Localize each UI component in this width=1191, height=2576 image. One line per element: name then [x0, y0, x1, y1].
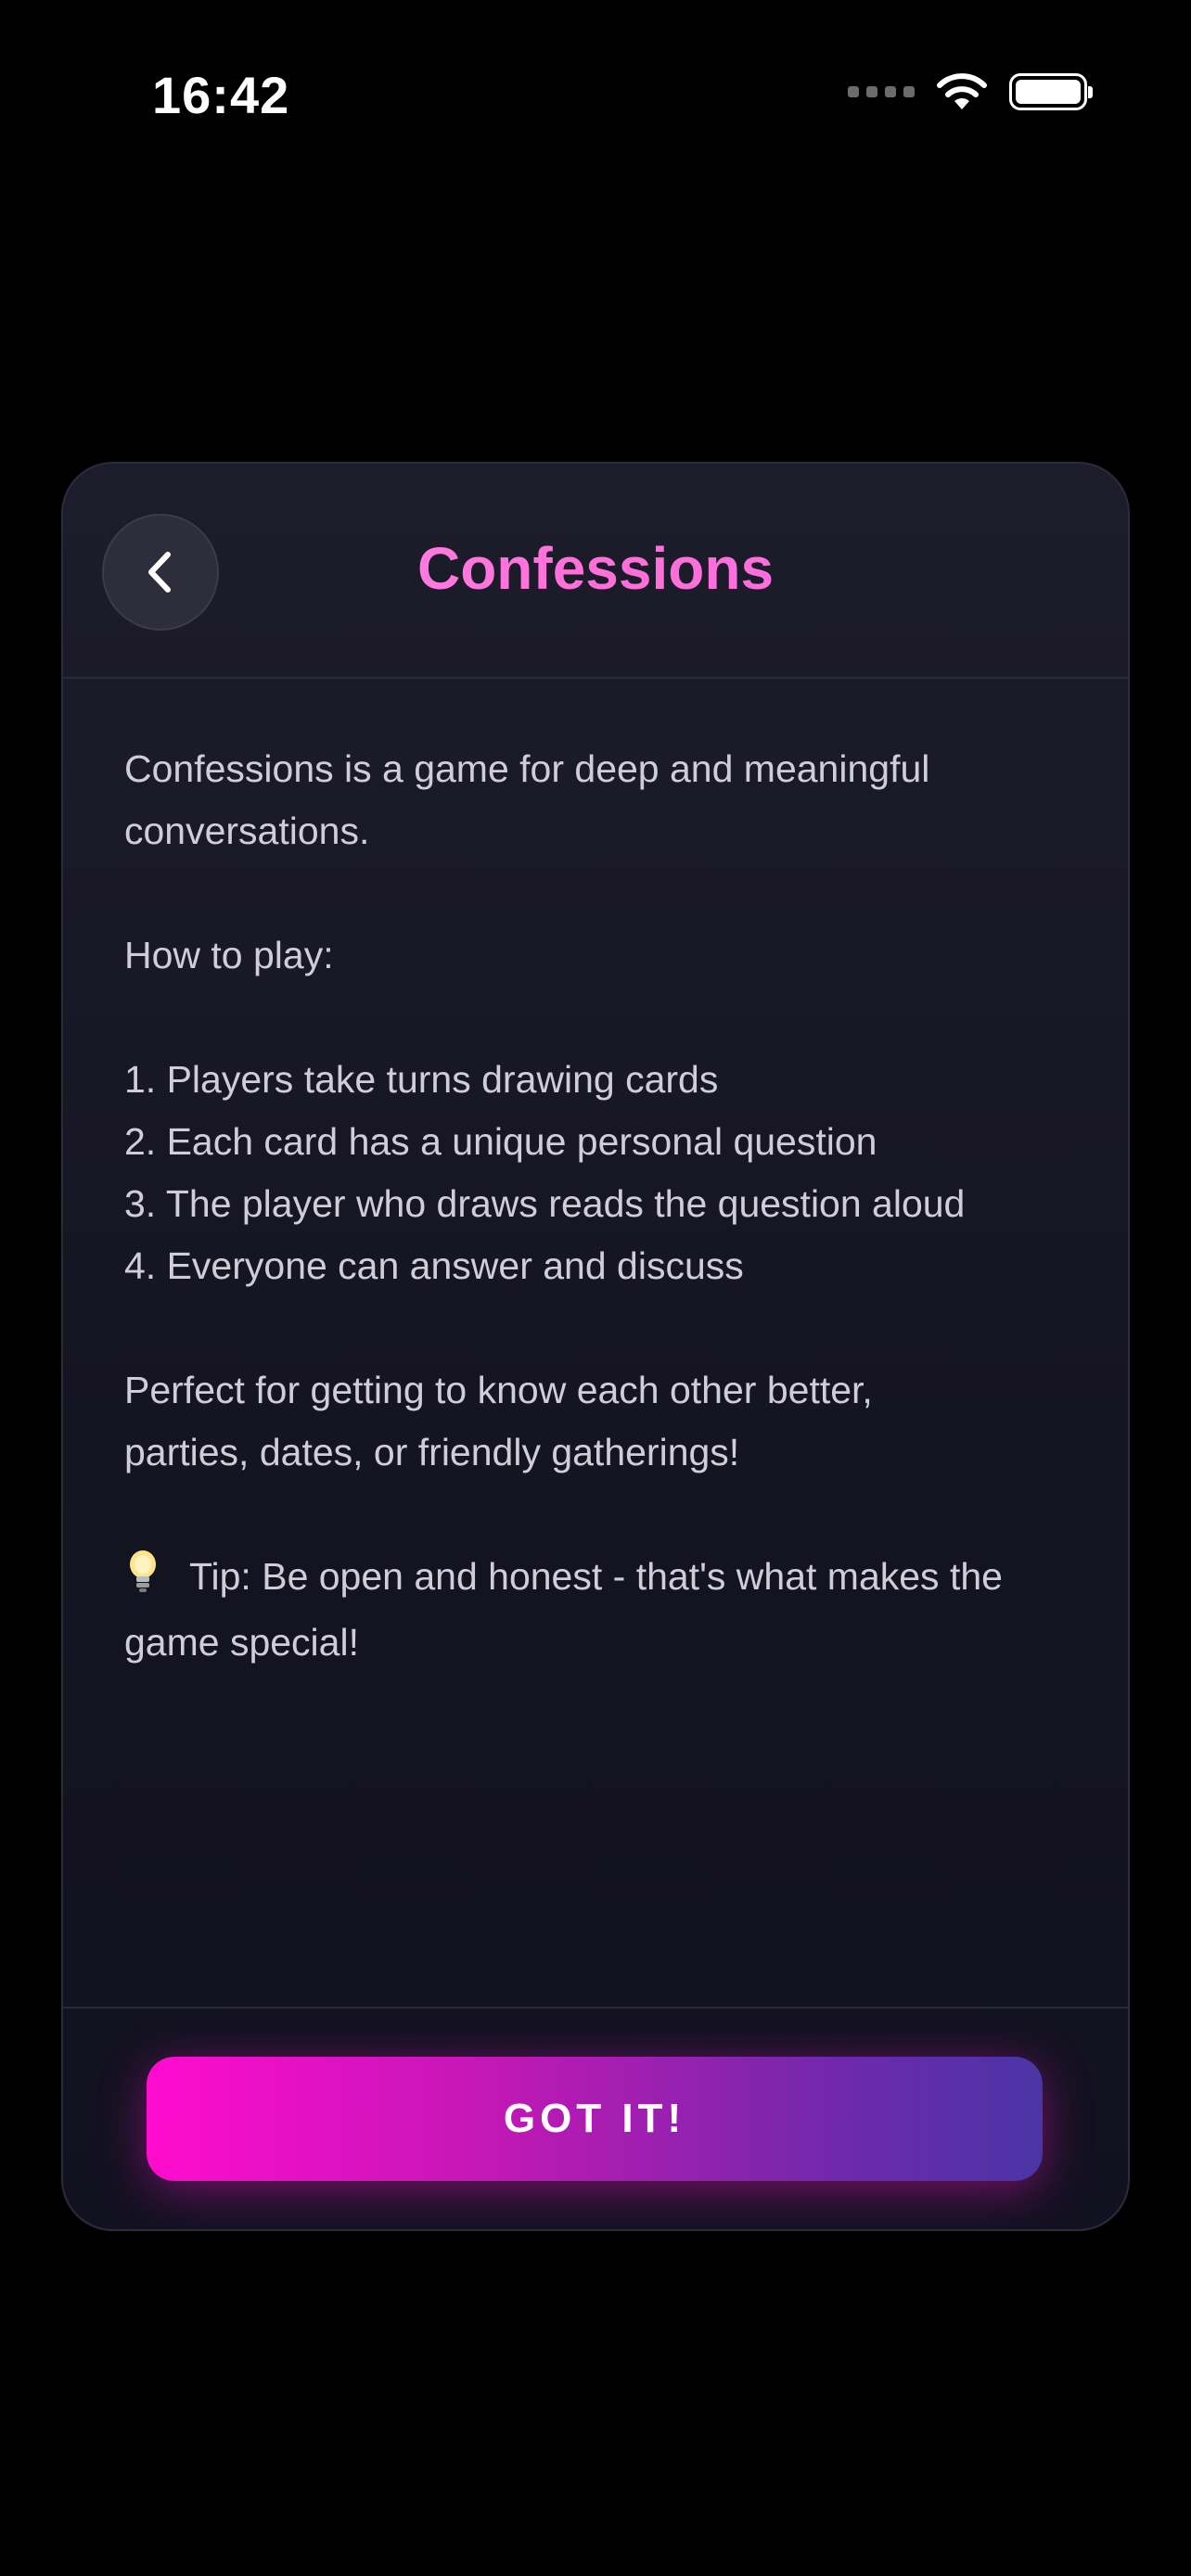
step-2: 2. Each card has a unique personal quest… [124, 1120, 877, 1163]
status-icons [848, 72, 1093, 111]
got-it-button[interactable]: GOT IT! [147, 2057, 1043, 2181]
status-bar: 16:42 [0, 0, 1191, 185]
wifi-icon [937, 73, 987, 109]
battery-icon [1009, 73, 1093, 110]
modal-title: Confessions [63, 534, 1128, 603]
tip-text-line-1: Tip: Be open and honest - that's what ma… [189, 1555, 1003, 1598]
cellular-signal-icon [848, 86, 915, 97]
intro-text-line-2: conversations. [124, 810, 370, 852]
step-3: 3. The player who draws reads the questi… [124, 1182, 966, 1225]
step-1: 1. Players take turns drawing cards [124, 1058, 719, 1101]
tip-line-2: game special! [124, 1621, 359, 1664]
perfect-for-line-1: Perfect for getting to know each other b… [124, 1369, 873, 1411]
lightbulb-icon [124, 1549, 163, 1612]
info-modal: Confessions Confessions is a game for de… [61, 462, 1130, 2231]
how-to-play-heading: How to play: [124, 934, 334, 976]
modal-body: Confessions is a game for deep and meani… [124, 738, 1082, 1674]
modal-header: Confessions [63, 464, 1128, 679]
status-time: 16:42 [152, 66, 290, 124]
perfect-for-line-2: parties, dates, or friendly gatherings! [124, 1431, 740, 1473]
step-4: 4. Everyone can answer and discuss [124, 1244, 744, 1287]
screen: 16:42 Confessions Confessions is a game … [0, 0, 1191, 2576]
intro-text-line-1: Confessions is a game for deep and meani… [124, 747, 930, 790]
modal-footer: GOT IT! [63, 2007, 1128, 2229]
tip-line-1: Tip: Be open and honest - that's what ma… [124, 1546, 1082, 1612]
